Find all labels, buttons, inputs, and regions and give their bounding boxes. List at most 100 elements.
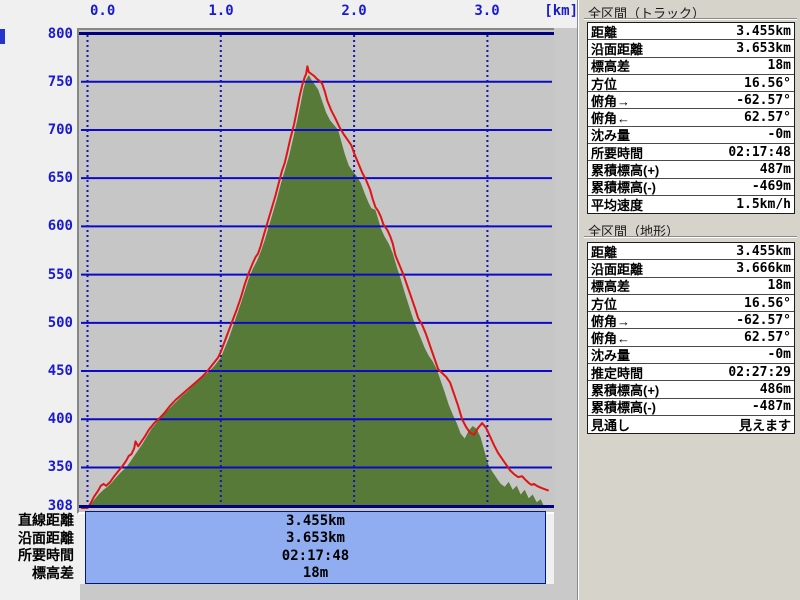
stats-row: 距離 3.455km — [588, 243, 794, 261]
y-axis-tick-label: 800 — [47, 26, 73, 42]
stats-row: 累積標高(-) -469m — [588, 179, 794, 196]
stat-value: 3.455km — [736, 243, 791, 259]
stat-label: 累積標高(+) — [591, 383, 660, 399]
stat-value: -0m — [767, 347, 791, 363]
summary-label: 沿面距離 — [18, 529, 74, 546]
stat-label: 俯角→ — [591, 313, 631, 329]
stat-label: 累積標高(-) — [591, 180, 656, 196]
stat-label: 累積標高(+) — [591, 163, 660, 179]
elevation-chart-frame — [77, 28, 556, 514]
stat-value: 3.666km — [736, 260, 791, 276]
stat-label: 累積標高(-) — [591, 400, 656, 416]
stat-value: 02:27:29 — [728, 364, 791, 380]
plot-top-border — [79, 32, 554, 35]
stat-value: -469m — [751, 179, 791, 195]
x-axis-tick-label: 0.0 — [90, 3, 116, 19]
y-axis-tick-label: 400 — [47, 411, 73, 427]
stat-value: -62.57° — [736, 312, 791, 328]
stats-row: 沿面距離 3.653km — [588, 40, 794, 58]
stat-value: -487m — [751, 399, 791, 415]
stat-value: 02:17:48 — [728, 144, 791, 160]
summary-value: 02:17:48 — [281, 547, 350, 564]
stat-value: 1.5km/h — [736, 197, 791, 213]
stat-label: 所要時間 — [591, 145, 644, 161]
plot-bottom-border — [79, 505, 554, 508]
stat-label: 推定時間 — [591, 365, 644, 381]
stat-label: 標高差 — [591, 279, 631, 295]
stats-row: 標高差 18m — [588, 278, 794, 295]
stat-label: 沈み量 — [591, 128, 631, 144]
stat-value: 62.57° — [744, 330, 791, 346]
stats-row: 俯角→ -62.57° — [588, 92, 794, 110]
stats-row: 所要時間 02:17:48 — [588, 144, 794, 162]
stat-label: 俯角← — [591, 331, 631, 347]
groove-line — [584, 236, 797, 238]
summary-label: 直線距離 — [18, 512, 74, 528]
stats-table-terrain: 距離 3.455km 沿面距離 3.666km 標高差 18m 方位 16.56° 俯角→ -62… — [587, 242, 795, 435]
summary-label: 標高差 — [32, 564, 74, 581]
stat-value: -62.57° — [736, 92, 791, 108]
y-axis-tick-label: 350 — [47, 459, 73, 475]
stat-label: 見通し — [591, 418, 631, 434]
x-axis-tick-label: 1.0 — [208, 3, 234, 19]
stats-row: 俯角← 62.57° — [588, 109, 794, 127]
right-gutter — [554, 28, 577, 600]
y-axis-tick-label: 650 — [47, 170, 73, 186]
stats-row: 沈み量 -0m — [588, 347, 794, 365]
x-axis-tick-label: 3.0 — [474, 3, 500, 19]
y-axis-tick-label: 550 — [47, 267, 73, 283]
stat-label: 標高差 — [591, 59, 631, 75]
stat-label: 俯角← — [591, 111, 631, 127]
y-axis-tick-label: 500 — [47, 315, 73, 331]
y-axis-tick-label: 700 — [47, 122, 73, 138]
stat-label: 沿面距離 — [591, 41, 644, 57]
stat-value: 62.57° — [744, 110, 791, 126]
stat-value: 3.455km — [736, 23, 791, 39]
stats-row: 累積標高(+) 487m — [588, 161, 794, 179]
bottom-gutter — [80, 584, 554, 600]
stat-value: 3.653km — [736, 40, 791, 56]
summary-value: 18m — [302, 564, 329, 581]
y-axis-tick-label: 750 — [47, 74, 73, 90]
summary-value: 3.653km — [285, 530, 345, 547]
stats-row: 累積標高(-) -487m — [588, 399, 794, 416]
stat-value: 見えます — [738, 419, 791, 435]
summary-value-box: 3.455km 3.653km 02:17:48 18m — [85, 511, 546, 584]
stats-row: 標高差 18m — [588, 58, 794, 75]
stats-row: 累積標高(+) 486m — [588, 381, 794, 399]
stat-value: -0m — [767, 127, 791, 143]
groove-line — [584, 18, 797, 20]
x-axis-tick-label: 2.0 — [341, 3, 367, 19]
y-axis-tick-label: 450 — [47, 363, 73, 379]
stat-value: 487m — [759, 162, 791, 178]
y-axis-tick-label: 600 — [47, 218, 73, 234]
stat-label: 平均速度 — [591, 198, 644, 214]
stat-value: 486m — [759, 382, 791, 398]
stat-value: 18m — [767, 278, 791, 294]
stat-value: 16.56° — [744, 295, 791, 311]
stats-panel: 全区間（トラック） 距離 3.455km 沿面距離 3.653km 標高差 18m 方位 16… — [579, 0, 800, 600]
km-unit-label: [km] — [544, 3, 578, 19]
summary-labels: 直線距離 沿面距離 所要時間 標高差 — [0, 511, 74, 583]
stats-row: 推定時間 02:27:29 — [588, 364, 794, 382]
stat-value: 18m — [767, 58, 791, 74]
stat-label: 距離 — [591, 24, 618, 40]
summary-label: 所要時間 — [18, 547, 74, 564]
summary-value: 3.455km — [285, 513, 345, 529]
stat-label: 方位 — [591, 296, 618, 312]
stats-row: 距離 3.455km — [588, 23, 794, 41]
stat-label: 方位 — [591, 76, 618, 92]
elevation-profile-chart — [79, 30, 554, 512]
stats-row: 俯角→ -62.57° — [588, 312, 794, 330]
stats-row: 平均速度 1.5km/h — [588, 196, 794, 213]
stat-label: 沿面距離 — [591, 261, 644, 277]
stats-row: 沿面距離 3.666km — [588, 260, 794, 278]
stats-row: 沈み量 -0m — [588, 127, 794, 145]
stats-row: 方位 16.56° — [588, 295, 794, 313]
stats-row: 見通し 見えます — [588, 416, 794, 435]
stat-label: 距離 — [591, 244, 618, 260]
stats-table-track: 距離 3.455km 沿面距離 3.653km 標高差 18m 方位 16.56° 俯角→ -62… — [587, 22, 795, 215]
stat-value: 16.56° — [744, 75, 791, 91]
stats-row: 方位 16.56° — [588, 75, 794, 93]
y-axis-labels: 800 750 700 650 600 550 500 450 400 350 308 — [0, 0, 73, 600]
